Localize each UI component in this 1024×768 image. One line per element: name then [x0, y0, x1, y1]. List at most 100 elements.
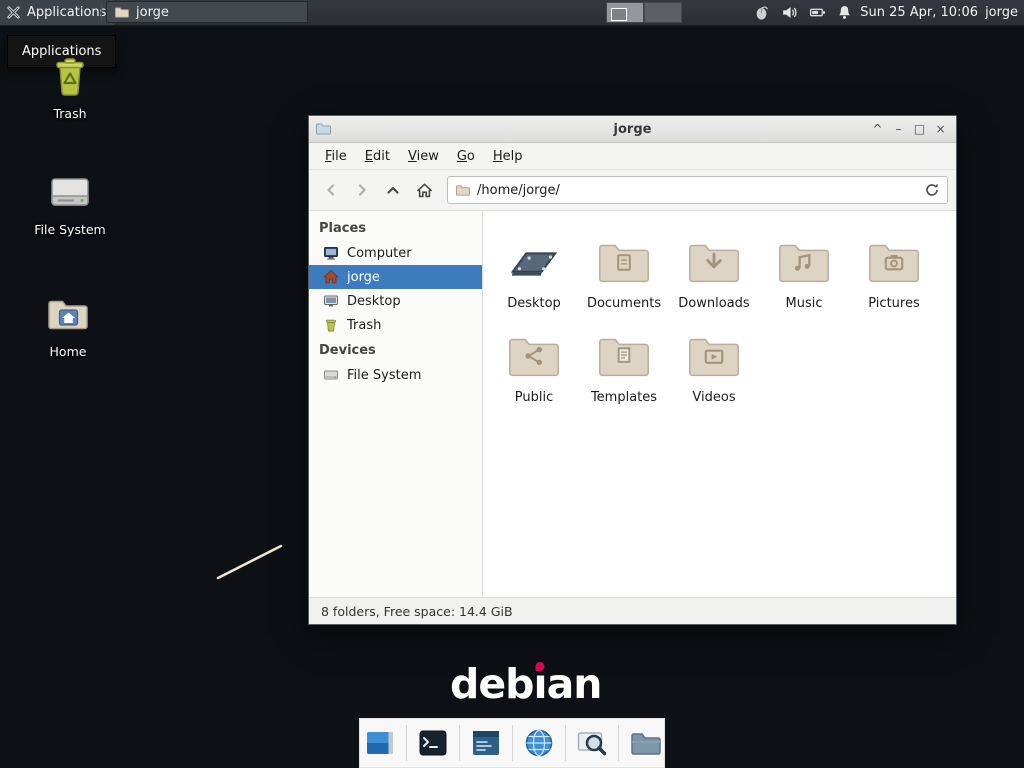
dock-item-console[interactable]	[467, 724, 505, 762]
magnifier-icon	[575, 726, 609, 760]
file-item-videos[interactable]: Videos	[670, 325, 758, 405]
desktop[interactable]: Applications jorge	[0, 0, 1024, 768]
notification-bell-icon[interactable]	[836, 4, 853, 21]
sidebar-item-desktop[interactable]: Desktop	[309, 289, 482, 313]
forward-button[interactable]	[348, 176, 376, 204]
devices-header: Devices	[309, 337, 482, 363]
desktop-display-icon	[323, 293, 339, 309]
file-label: Desktop	[507, 296, 561, 311]
sidebar-item-filesystem[interactable]: File System	[309, 363, 482, 387]
workspace-1[interactable]	[606, 2, 644, 23]
terminal-icon	[416, 726, 450, 760]
desktop-settings-icon	[363, 726, 397, 760]
sidebar-item-trash[interactable]: Trash	[309, 313, 482, 337]
dock-item-app-finder[interactable]	[573, 724, 611, 762]
battery-icon[interactable]	[809, 4, 826, 21]
sidebar-item-computer[interactable]: Computer	[309, 241, 482, 265]
window-titlebar[interactable]: jorge ^ – □ ×	[309, 116, 956, 143]
dock-separator	[406, 725, 407, 761]
file-item-public[interactable]: Public	[490, 325, 578, 405]
path-bar[interactable]: /home/jorge/	[447, 176, 948, 204]
menu-view[interactable]: View	[400, 146, 447, 167]
statusbar: 8 folders, Free space: 14.4 GiB	[309, 597, 956, 624]
menu-edit[interactable]: Edit	[357, 146, 398, 167]
close-button[interactable]: ×	[931, 119, 950, 139]
sidebar-item-label: Desktop	[347, 294, 401, 309]
desktop-icon-label: Home	[50, 344, 87, 359]
sidebar: Places Computer	[309, 211, 483, 597]
debian-logo-text: an	[547, 660, 602, 708]
window-title: jorge	[309, 122, 956, 137]
drive-icon	[323, 367, 339, 383]
sidebar-item-label: Trash	[347, 318, 381, 333]
reload-button[interactable]	[924, 182, 940, 198]
sidebar-item-label: File System	[347, 368, 421, 383]
home-icon	[323, 269, 339, 285]
up-button[interactable]	[379, 176, 407, 204]
file-view[interactable]: Desktop Documents	[483, 211, 956, 597]
dock-item-desktop-settings[interactable]	[361, 724, 399, 762]
sidebar-item-jorge[interactable]: jorge	[309, 265, 482, 289]
dock-item-file-manager[interactable]	[626, 724, 664, 762]
folder-icon	[628, 726, 662, 760]
panel-clock[interactable]: Sun 25 Apr, 10:06	[860, 0, 978, 25]
trash-icon	[46, 52, 94, 100]
taskbar-window-button[interactable]: jorge	[106, 1, 308, 23]
desktop-icon-trash[interactable]: Trash	[20, 52, 120, 121]
dock-separator	[512, 725, 513, 761]
file-item-templates[interactable]: Templates	[580, 325, 668, 405]
panel-separator	[101, 3, 102, 22]
top-panel: Applications jorge	[0, 0, 1024, 26]
applications-menu-icon	[6, 5, 21, 20]
places-header: Places	[309, 215, 482, 241]
file-item-pictures[interactable]: Pictures	[850, 231, 938, 311]
path-folder-icon	[455, 183, 470, 198]
file-item-documents[interactable]: Documents	[580, 231, 668, 311]
desktop-icon-label: File System	[34, 222, 106, 237]
file-label: Music	[786, 296, 823, 311]
cursor-trail-line	[210, 540, 290, 585]
file-label: Public	[515, 390, 553, 405]
computer-icon	[323, 245, 339, 261]
home-button[interactable]	[410, 176, 438, 204]
dock-item-web-browser[interactable]	[520, 724, 558, 762]
globe-icon	[522, 726, 556, 760]
minimize-button[interactable]: –	[889, 119, 908, 139]
applications-menu-button[interactable]: Applications	[0, 0, 116, 25]
applications-menu-label: Applications	[27, 5, 106, 20]
dock-separator	[618, 725, 619, 761]
videos-folder-icon	[683, 325, 745, 387]
dock-item-terminal[interactable]	[414, 724, 452, 762]
file-item-downloads[interactable]: Downloads	[670, 231, 758, 311]
toolbar: /home/jorge/	[309, 170, 956, 211]
statusbar-text: 8 folders, Free space: 14.4 GiB	[321, 604, 513, 619]
file-item-desktop[interactable]: Desktop	[490, 231, 578, 311]
volume-icon[interactable]	[781, 4, 798, 21]
drive-icon	[46, 168, 94, 216]
menubar: File Edit View Go Help	[309, 143, 956, 170]
desktop-icon-home[interactable]: Home	[18, 290, 118, 359]
panel-user-menu[interactable]: jorge	[985, 0, 1018, 25]
sidebar-item-label: Computer	[347, 246, 412, 261]
menu-go[interactable]: Go	[449, 146, 483, 167]
mouse-settings-icon[interactable]	[753, 4, 770, 21]
workspace-2[interactable]	[644, 2, 682, 23]
workspace-pager	[606, 2, 682, 23]
pictures-folder-icon	[863, 231, 925, 293]
desktop-desk-icon	[503, 231, 565, 293]
menu-help[interactable]: Help	[485, 146, 531, 167]
desktop-icon-filesystem[interactable]: File System	[20, 168, 120, 237]
back-button[interactable]	[317, 176, 345, 204]
desktop-icon-label: Trash	[53, 106, 86, 121]
menu-file[interactable]: File	[317, 146, 355, 167]
sidebar-item-label: jorge	[347, 270, 380, 285]
shade-button[interactable]: ^	[868, 119, 887, 139]
file-label: Videos	[692, 390, 735, 405]
path-text: /home/jorge/	[477, 183, 560, 198]
file-label: Pictures	[868, 296, 919, 311]
maximize-button[interactable]: □	[910, 119, 929, 139]
taskbar-window-label: jorge	[136, 5, 169, 20]
window-folder-icon	[315, 121, 331, 137]
debian-logo: debıan	[450, 660, 601, 708]
file-item-music[interactable]: Music	[760, 231, 848, 311]
